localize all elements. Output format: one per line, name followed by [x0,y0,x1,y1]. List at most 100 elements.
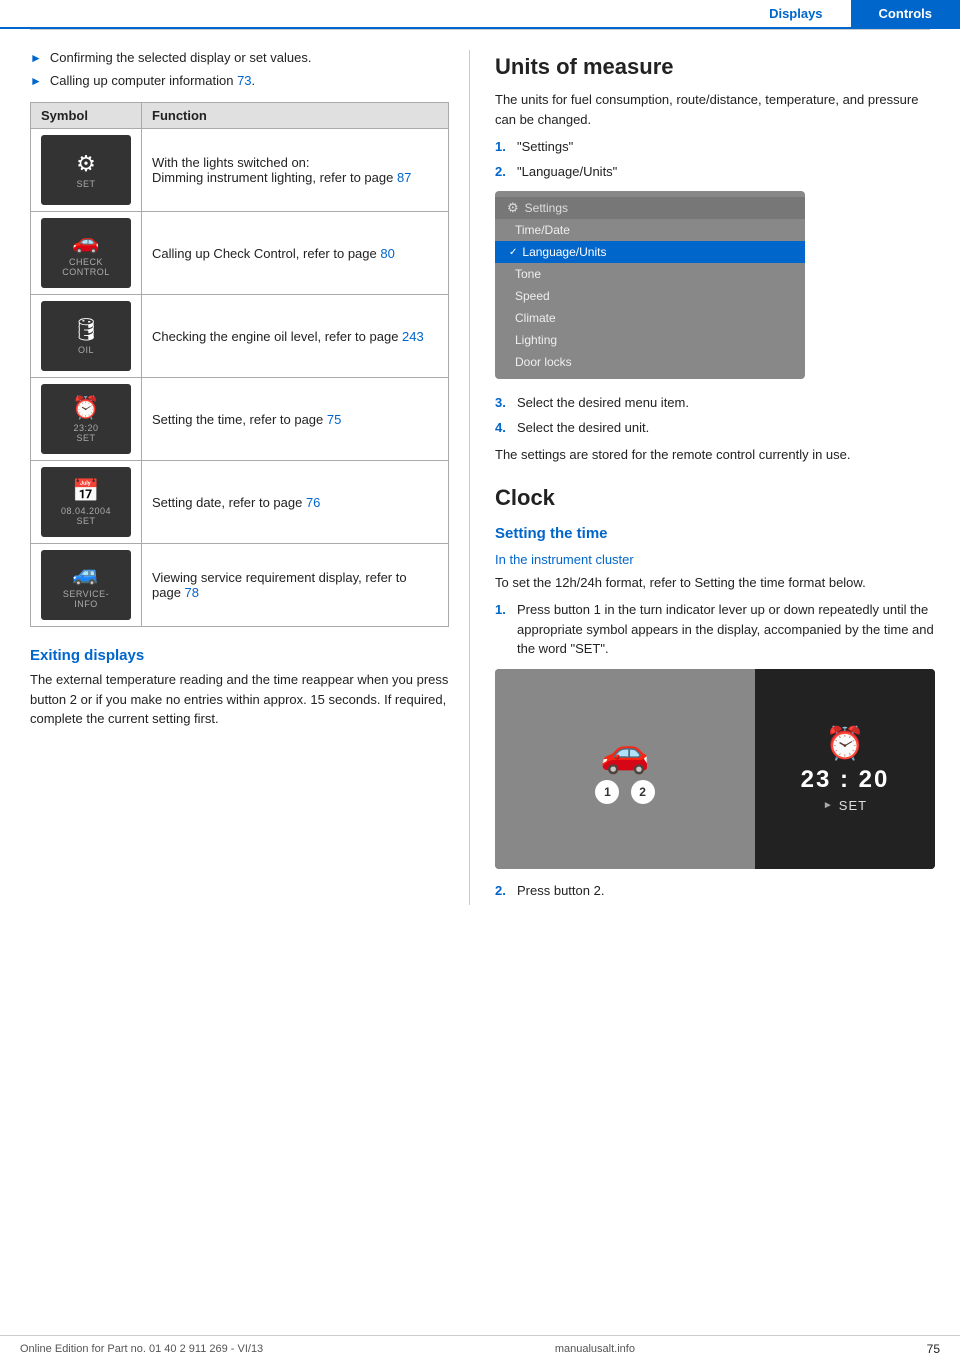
symbol-label: OIL [78,345,94,355]
function-link[interactable]: 87 [397,170,411,185]
bullet-item-2: ► Calling up computer information 73. [30,73,449,88]
clock-heading: Clock [495,485,940,511]
settings-item[interactable]: Tone [495,263,805,285]
function-text: Setting the time, refer to page 75 [152,412,438,427]
settings-item[interactable]: Speed [495,285,805,307]
clock-display: ⏰ 23 : 20 ► SET [755,669,935,869]
symbol-cell: 🛢 OIL [31,295,142,378]
table-row: 🚗CHECK CONTROL Calling up Check Control, … [31,212,449,295]
main-content: ► Confirming the selected display or set… [0,30,960,925]
function-link[interactable]: 80 [380,246,394,261]
right-column: Units of measure The units for fuel cons… [470,50,960,905]
units-step-3: 3. Select the desired menu item. [495,393,940,413]
header-tabs: Displays Controls [0,0,960,29]
num-4: 4. [495,418,517,438]
symbol-icon: 🛢 [72,317,100,343]
function-text: Checking the engine oil level, refer to … [152,329,438,344]
symbol-icon: 🚗 [72,229,99,255]
symbol-icon: ⏰ [72,395,99,421]
clock-set-arrow: ► [823,800,833,811]
function-cell: Viewing service requirement display, ref… [142,544,449,627]
symbol-icon: 🚙 [72,561,99,587]
bullet-arrow-2: ► [30,74,42,88]
col-function: Function [142,103,449,129]
function-cell: Checking the engine oil level, refer to … [142,295,449,378]
clock-set-row: ► SET [823,798,867,813]
symbol-table: Symbol Function ⚙ SET With the lights swit… [30,102,449,627]
symbol-cell: ⏰23:20 SET [31,378,142,461]
table-row: 🛢 OIL Checking the engine oil level, refer… [31,295,449,378]
settings-item[interactable]: Door locks [495,351,805,373]
clock-time: 23 : 20 [801,766,890,794]
clock-num-1: 1. [495,600,517,620]
bullet-text-1: Confirming the selected display or set v… [50,50,312,65]
settings-item[interactable]: Climate [495,307,805,329]
clock-step-2: 2. Press button 2. [495,881,940,901]
symbol-cell: 📅08.04.2004 SET [31,461,142,544]
footer: Online Edition for Part no. 01 40 2 911 … [0,1335,960,1362]
symbol-icon: 📅 [72,478,99,504]
clock-step-1-text: Press button 1 in the turn indicator lev… [517,600,940,659]
table-row: 🚙SERVICE- INFO Viewing service requiremen… [31,544,449,627]
page-number: 75 [927,1342,940,1356]
step-1-text: "Settings" [517,137,573,157]
symbol-label: 08.04.2004 SET [61,506,111,526]
function-cell: Calling up Check Control, refer to page … [142,212,449,295]
clock-set-label: SET [839,798,867,813]
clock-body1: To set the 12h/24h format, refer to Sett… [495,573,940,593]
gear-icon: ⚙ [507,200,519,216]
symbol-cell: 🚗CHECK CONTROL [31,212,142,295]
settings-title: ⚙ Settings [495,197,805,219]
function-text: Calling up Check Control, refer to page … [152,246,438,261]
symbol-label: 23:20 SET [73,423,98,443]
units-heading: Units of measure [495,54,940,80]
settings-item[interactable]: Lighting [495,329,805,351]
symbol-label: SET [76,179,95,189]
step-3-text: Select the desired menu item. [517,393,689,413]
symbol-label: SERVICE- INFO [63,589,109,609]
clock-step-1: 1. Press button 1 in the turn indicator … [495,600,940,659]
units-step-4: 4. Select the desired unit. [495,418,940,438]
tab-displays[interactable]: Displays [741,0,850,27]
exiting-text: The external temperature reading and the… [30,670,449,729]
left-column: ► Confirming the selected display or set… [0,50,470,905]
col-symbol: Symbol [31,103,142,129]
function-cell: Setting the time, refer to page 75 [142,378,449,461]
function-text: Viewing service requirement display, ref… [152,570,438,600]
clock-car-panel: 🚗 1 2 [495,669,755,869]
function-link[interactable]: 75 [327,412,341,427]
num-2: 2. [495,162,517,182]
tab-controls[interactable]: Controls [851,0,960,27]
symbol-icon: ⚙ [76,151,96,177]
check-icon: ✓ [509,247,517,258]
function-link[interactable]: 78 [185,585,199,600]
function-link[interactable]: 243 [402,329,424,344]
settings-title-text: Settings [525,201,568,215]
units-note: The settings are stored for the remote c… [495,445,940,465]
exiting-heading: Exiting displays [30,647,449,664]
function-link[interactable]: 76 [306,495,320,510]
exiting-section: Exiting displays The external temperatur… [30,647,449,729]
function-text-line2: Dimming instrument lighting, refer to pa… [152,170,438,185]
footer-text: Online Edition for Part no. 01 40 2 911 … [20,1343,263,1355]
function-cell: With the lights switched on:Dimming inst… [142,129,449,212]
table-row: ⚙ SET With the lights switched on:Dimming … [31,129,449,212]
clock-num-2: 2. [495,881,517,901]
settings-item[interactable]: Time/Date [495,219,805,241]
symbol-cell: ⚙ SET [31,129,142,212]
link-73[interactable]: 73 [237,73,251,88]
step-4-text: Select the desired unit. [517,418,649,438]
clock-step-2-text: Press button 2. [517,881,604,901]
symbol-label: CHECK CONTROL [62,257,110,277]
function-text: Setting date, refer to page 76 [152,495,438,510]
settings-item[interactable]: ✓Language/Units [495,241,805,263]
settings-screenshot: ⚙ Settings Time/Date✓Language/UnitsToneS… [495,191,805,379]
function-cell: Setting date, refer to page 76 [142,461,449,544]
bullet-arrow-1: ► [30,51,42,65]
units-step-2: 2. "Language/Units" [495,162,940,182]
step-2-text: "Language/Units" [517,162,617,182]
clock-sub2: In the instrument cluster [495,552,940,567]
table-row: 📅08.04.2004 SET Setting date, refer to pa… [31,461,449,544]
clock-sub1: Setting the time [495,525,940,542]
table-row: ⏰23:20 SET Setting the time, refer to pag… [31,378,449,461]
